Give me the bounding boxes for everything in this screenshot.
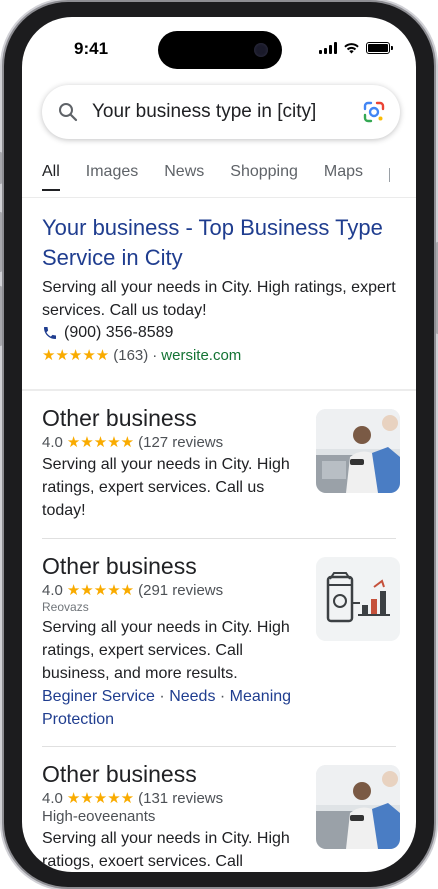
listing-title[interactable]: Other business (42, 551, 308, 581)
listing-snippet: Serving all your needs in City. High rat… (42, 619, 290, 682)
business-listing[interactable]: Other business 4.0 ★★★★★ (291 reviews Re… (42, 551, 400, 731)
phone-frame: 9:41 Your business type in [city] All Im… (0, 2, 438, 887)
sitelinks: Beginer Service · Needs · Meaning Protec… (42, 688, 292, 728)
status-time: 9:41 (74, 39, 109, 58)
review-count: (163) (113, 346, 149, 364)
listing-text: Other business 4.0 ★★★★★ (291 reviews Re… (42, 551, 308, 731)
review-count: (131 reviews (138, 789, 224, 807)
section-divider (22, 389, 416, 391)
listing-text: Other business 4.0 ★★★★★ (131 reviews Hi… (42, 759, 308, 872)
rating-value: 4.0 (42, 581, 63, 599)
phone-icon (44, 327, 56, 339)
listing-rating-row: 4.0 ★★★★★ (291 reviews (42, 581, 308, 600)
listing-snippet: Serving all your needs in City. High rat… (42, 830, 290, 870)
review-count: (291 reviews (138, 581, 224, 599)
search-input[interactable]: Your business type in [city] (92, 101, 362, 123)
search-icon[interactable] (58, 102, 78, 122)
action-button (0, 152, 2, 184)
listing-title[interactable]: Other business (42, 403, 308, 433)
tab-maps[interactable]: Maps (324, 161, 363, 201)
listing-category: Reovazs (42, 600, 89, 614)
battery-icon (366, 42, 393, 54)
sitelink[interactable]: Meaning (230, 688, 291, 705)
listing-category: High-eoveenants (42, 808, 156, 825)
status-icons (319, 42, 393, 54)
business-listing[interactable]: Other business 4.0 ★★★★★ (131 reviews Hi… (42, 759, 400, 872)
star-rating-icon: ★★★★★ (66, 434, 135, 451)
storefront-illustration-icon[interactable] (316, 557, 400, 641)
star-rating-icon: ★★★★★ (66, 790, 135, 807)
site-link[interactable]: wersite.com (161, 347, 241, 364)
photo-person-icon[interactable] (316, 765, 400, 849)
tab-news[interactable]: News (164, 161, 204, 201)
sitelink[interactable]: Needs (169, 688, 215, 705)
camera-icon (254, 43, 268, 57)
tab-all[interactable]: All (42, 161, 60, 201)
top-result: Your business - Top Business Type Servic… (42, 213, 396, 364)
star-rating-icon: ★★★★★ (66, 582, 135, 599)
tab-more-overflow[interactable] (389, 168, 391, 182)
sitelink[interactable]: Protection (42, 711, 114, 728)
listing-divider (42, 746, 396, 747)
volume-down-button (0, 286, 2, 346)
listing-rating-row: 4.0 ★★★★★ (127 reviews (42, 433, 308, 452)
listing-snippet: Serving all your needs in City. High rat… (42, 456, 290, 519)
search-bar[interactable]: Your business type in [city] (42, 85, 400, 139)
result-snippet: Serving all your needs in City. High rat… (42, 279, 396, 319)
photo-person-icon[interactable] (316, 409, 400, 493)
google-lens-icon[interactable] (362, 100, 386, 124)
call-link[interactable]: (900) 356-8589 (42, 324, 396, 342)
volume-up-button (0, 212, 2, 272)
star-rating-icon: ★★★★★ (42, 347, 110, 364)
separator-dot: · (152, 346, 158, 364)
status-bar: 9:41 (22, 17, 416, 79)
result-rating-row: ★★★★★ (163) · wersite.com (42, 346, 396, 365)
cellular-signal-icon (319, 42, 337, 54)
listing-text: Other business 4.0 ★★★★★ (127 reviews Se… (42, 403, 308, 522)
listing-divider (42, 538, 396, 539)
result-title-link[interactable]: Your business - Top Business Type Servic… (42, 213, 396, 273)
tab-shopping[interactable]: Shopping (230, 161, 298, 201)
phone-number[interactable]: (900) 356-8589 (64, 324, 173, 342)
listing-rating-row: 4.0 ★★★★★ (131 reviews (42, 789, 308, 808)
rating-value: 4.0 (42, 789, 63, 807)
business-listing[interactable]: Other business 4.0 ★★★★★ (127 reviews Se… (42, 403, 400, 522)
rating-value: 4.0 (42, 433, 63, 451)
tabs-divider (22, 197, 416, 198)
listing-title[interactable]: Other business (42, 759, 308, 789)
wifi-icon (344, 43, 359, 54)
search-tabs: All Images News Shopping Maps (42, 161, 416, 201)
review-count: (127 reviews (138, 433, 224, 451)
phone-screen: 9:41 Your business type in [city] All Im… (22, 17, 416, 872)
tab-images[interactable]: Images (86, 161, 138, 201)
dynamic-island (158, 31, 282, 69)
sitelink[interactable]: Beginer Service (42, 688, 155, 705)
